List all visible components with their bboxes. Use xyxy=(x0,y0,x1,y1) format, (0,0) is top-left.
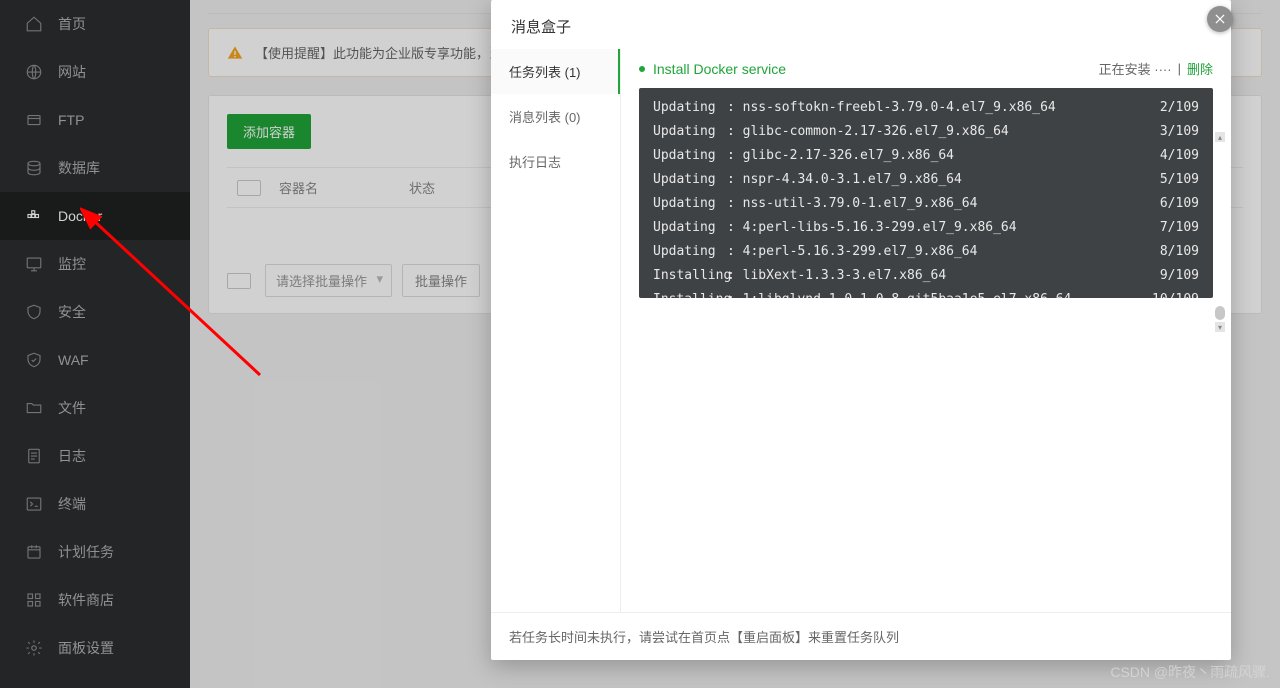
task-name: Install Docker service xyxy=(653,61,786,77)
modal-tabs: 任务列表 (1)消息列表 (0)执行日志 xyxy=(491,49,621,612)
modal-footer: 若任务长时间未执行，请尝试在首页点【重启面板】来重置任务队列 xyxy=(491,612,1231,660)
watermark: CSDN @昨夜丶雨疏风骤. xyxy=(1110,662,1270,682)
console-row: Updating: nss-util-3.79.0-1.el7_9.x86_64… xyxy=(653,192,1199,216)
console-row: Installing: libXext-1.3.3-3.el7.x86_649/… xyxy=(653,264,1199,288)
console-row: Updating: nss-softokn-freebl-3.79.0-4.el… xyxy=(653,96,1199,120)
modal-tab[interactable]: 执行日志 xyxy=(491,139,620,184)
task-delete-link[interactable]: 删除 xyxy=(1187,59,1213,78)
scroll-thumb[interactable] xyxy=(1215,306,1225,320)
console-row: Updating: 4:perl-5.16.3-299.el7_9.x86_64… xyxy=(653,240,1199,264)
modal-tab[interactable]: 消息列表 (0) xyxy=(491,94,620,139)
task-header: Install Docker service 正在安装 ···· | 删除 xyxy=(639,49,1213,88)
console-row: Updating: 4:perl-libs-5.16.3-299.el7_9.x… xyxy=(653,216,1199,240)
console-row: Installing: 1:libglvnd-1.0.1-0.8.git5baa… xyxy=(653,288,1199,298)
modal-title: 消息盒子 xyxy=(491,0,1231,49)
task-sep: | xyxy=(1178,61,1181,76)
console-row: Updating: glibc-2.17-326.el7_9.x86_644/1… xyxy=(653,144,1199,168)
console-output: Updating: nss-softokn-freebl-3.79.0-4.el… xyxy=(639,88,1213,298)
scroll-down-icon[interactable]: ▾ xyxy=(1215,322,1225,332)
console-row: Updating: nspr-4.34.0-3.1.el7_9.x86_645/… xyxy=(653,168,1199,192)
modal-tab[interactable]: 任务列表 (1) xyxy=(491,49,620,94)
scroll-up-icon[interactable]: ▴ xyxy=(1215,132,1225,142)
modal-content: Install Docker service 正在安装 ···· | 删除 Up… xyxy=(621,49,1231,612)
status-dot-icon xyxy=(639,66,645,72)
message-box-modal: 消息盒子 任务列表 (1)消息列表 (0)执行日志 Install Docker… xyxy=(491,0,1231,660)
close-button[interactable] xyxy=(1207,6,1233,32)
task-status: 正在安装 ···· xyxy=(1099,59,1172,78)
console-scrollbar[interactable]: ▴ ▾ xyxy=(1215,132,1225,332)
console-row: Updating: glibc-common-2.17-326.el7_9.x8… xyxy=(653,120,1199,144)
